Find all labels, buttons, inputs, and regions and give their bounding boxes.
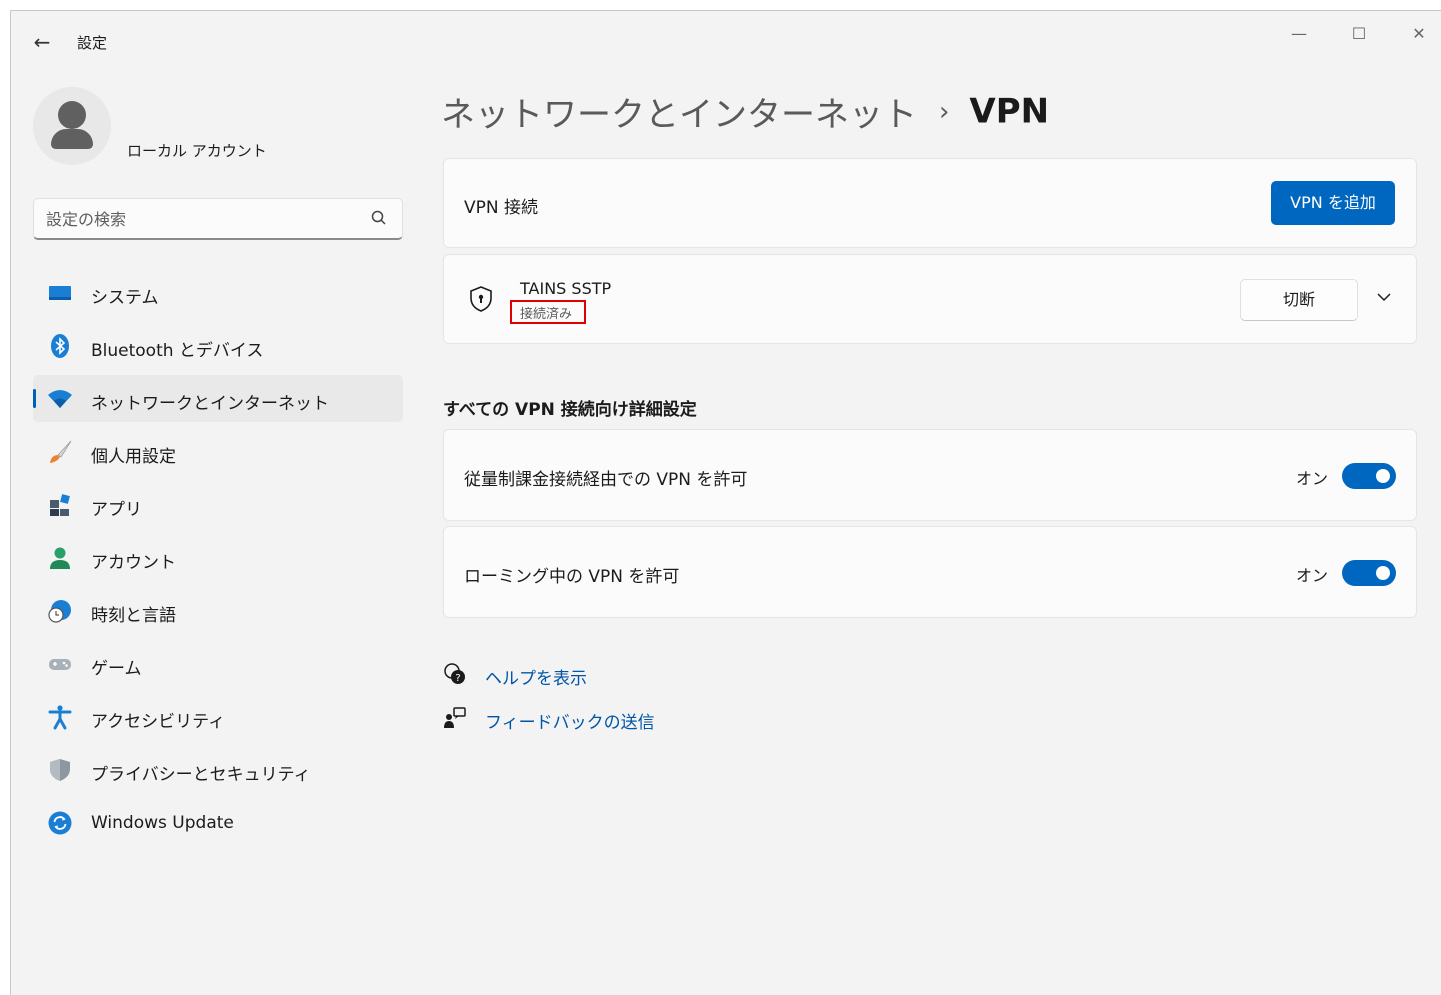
vpn-name: TAINS SSTP <box>520 279 612 298</box>
add-vpn-button[interactable]: VPN を追加 <box>1271 181 1395 225</box>
accessibility-icon <box>48 705 72 730</box>
search-input[interactable] <box>46 208 346 230</box>
title-bar: ← 設定 — ☐ ✕ <box>11 11 1441 61</box>
sidebar-item-network[interactable]: ネットワークとインターネット <box>33 375 403 422</box>
roaming-vpn-label: ローミング中の VPN を許可 <box>464 567 680 587</box>
disconnect-button[interactable]: 切断 <box>1240 279 1358 321</box>
metered-toggle-state: オン <box>1296 469 1329 488</box>
sidebar-item-accounts[interactable]: アカウント <box>33 534 403 581</box>
account-icon <box>50 547 70 569</box>
breadcrumb-separator-icon: › <box>939 96 950 127</box>
sidebar-item-label: アプリ <box>91 500 142 520</box>
sidebar-item-system[interactable]: システム <box>33 269 403 316</box>
sidebar-item-privacy[interactable]: プライバシーとセキュリティ <box>33 746 403 793</box>
minimize-button[interactable]: — <box>1279 19 1319 49</box>
sidebar-item-windows-update[interactable]: Windows Update <box>33 799 403 846</box>
roaming-vpn-card: ローミング中の VPN を許可 オン <box>443 526 1417 618</box>
sidebar-item-label: 個人用設定 <box>91 447 176 467</box>
settings-window: ← 設定 — ☐ ✕ ローカル アカウント システム <box>10 10 1441 995</box>
wifi-icon <box>48 390 72 408</box>
apps-icon <box>50 494 70 516</box>
time-language-icon <box>48 600 71 623</box>
settings-search[interactable] <box>33 198 403 240</box>
sidebar-item-label: アカウント <box>91 553 176 573</box>
sidebar-item-gaming[interactable]: ゲーム <box>33 640 403 687</box>
back-arrow-icon[interactable]: ← <box>29 29 55 55</box>
sidebar-item-label: システム <box>91 288 159 308</box>
chevron-down-icon[interactable] <box>1374 287 1394 307</box>
system-icon <box>49 286 71 300</box>
sidebar-item-label: ネットワークとインターネット <box>91 394 329 414</box>
vpn-shield-icon <box>470 286 492 312</box>
svg-text:?: ? <box>455 673 460 684</box>
avatar <box>33 87 111 165</box>
help-icon: ? <box>444 663 465 684</box>
sidebar-item-apps[interactable]: アプリ <box>33 481 403 528</box>
sidebar-item-label: アクセシビリティ <box>91 712 226 732</box>
sidebar-item-bluetooth[interactable]: Bluetooth とデバイス <box>33 322 403 369</box>
feedback-icon <box>444 707 466 728</box>
highlight-box <box>510 300 586 324</box>
user-profile[interactable]: ローカル アカウント <box>33 87 413 167</box>
sidebar-item-label: Bluetooth とデバイス <box>91 341 264 361</box>
sidebar-item-label: プライバシーとセキュリティ <box>91 765 311 785</box>
update-icon <box>48 811 72 835</box>
brush-icon <box>50 440 72 463</box>
advanced-settings-title: すべての VPN 接続向け詳細設定 <box>443 400 697 420</box>
sidebar-item-accessibility[interactable]: アクセシビリティ <box>33 693 403 740</box>
sidebar-item-label: Windows Update <box>91 813 234 833</box>
vpn-connections-label: VPN 接続 <box>464 198 539 218</box>
sidebar-item-personalization[interactable]: 個人用設定 <box>33 428 403 475</box>
sidebar-item-label: 時刻と言語 <box>91 606 176 626</box>
bluetooth-icon <box>51 334 69 358</box>
metered-vpn-card: 従量制課金接続経由での VPN を許可 オン <box>443 429 1417 521</box>
roaming-vpn-toggle[interactable] <box>1342 560 1396 586</box>
sidebar-nav: システム Bluetooth とデバイス ネットワークとインターネット 個人用設… <box>33 269 403 852</box>
sidebar-item-time-language[interactable]: 時刻と言語 <box>33 587 403 634</box>
help-link-label[interactable]: ヘルプを表示 <box>485 664 587 689</box>
search-icon[interactable] <box>370 209 388 227</box>
close-button[interactable]: ✕ <box>1399 19 1439 49</box>
vpn-entry-card[interactable]: TAINS SSTP 接続済み 切断 <box>443 254 1417 344</box>
profile-name: ローカル アカウント <box>127 142 267 160</box>
maximize-button[interactable]: ☐ <box>1339 19 1379 49</box>
feedback-link-label[interactable]: フィードバックの送信 <box>485 708 655 733</box>
roaming-toggle-state: オン <box>1296 566 1329 585</box>
sidebar-item-label: ゲーム <box>91 659 142 679</box>
gamepad-icon <box>49 659 71 670</box>
breadcrumb-parent[interactable]: ネットワークとインターネット <box>441 95 917 135</box>
page-title: VPN <box>969 91 1050 132</box>
metered-vpn-label: 従量制課金接続経由での VPN を許可 <box>464 470 748 490</box>
metered-vpn-toggle[interactable] <box>1342 463 1396 489</box>
shield-icon <box>50 759 70 781</box>
breadcrumb: ネットワークとインターネット › VPN <box>441 87 1049 137</box>
app-title: 設定 <box>77 34 108 52</box>
vpn-connections-card: VPN 接続 VPN を追加 <box>443 158 1417 248</box>
